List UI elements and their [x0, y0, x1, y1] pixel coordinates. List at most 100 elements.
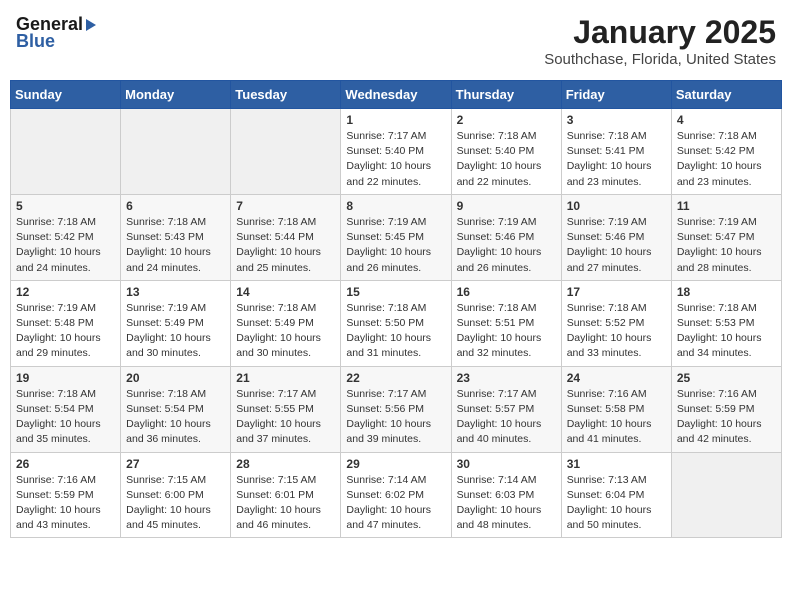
calendar-subtitle: Southchase, Florida, United States	[544, 51, 776, 68]
day-number: 6	[126, 199, 225, 213]
sunrise-text: Sunrise: 7:17 AM	[346, 388, 426, 400]
day-info: Sunrise: 7:18 AMSunset: 5:50 PMDaylight:…	[346, 301, 445, 362]
daylight-text: Daylight: 10 hours and 36 minutes.	[126, 418, 211, 445]
day-number: 28	[236, 457, 335, 471]
day-number: 7	[236, 199, 335, 213]
day-number: 8	[346, 199, 445, 213]
daylight-text: Daylight: 10 hours and 24 minutes.	[16, 246, 101, 273]
day-info: Sunrise: 7:15 AMSunset: 6:01 PMDaylight:…	[236, 473, 335, 534]
daylight-text: Daylight: 10 hours and 22 minutes.	[457, 160, 542, 187]
day-info: Sunrise: 7:18 AM Sunset: 5:54 PM Daylight:…	[126, 387, 225, 448]
day-cell: 1Sunrise: 7:17 AMSunset: 5:40 PMDaylight…	[341, 109, 451, 195]
day-cell: 5 Sunrise: 7:18 AM Sunset: 5:42 PM Daylight…	[11, 194, 121, 280]
sunrise-text: Sunrise: 7:18 AM	[16, 216, 96, 228]
day-info: Sunrise: 7:19 AMSunset: 5:47 PMDaylight:…	[677, 215, 776, 276]
day-number: 9	[457, 199, 556, 213]
sunset-text: Sunset: 5:43 PM	[126, 231, 204, 243]
day-info: Sunrise: 7:16 AMSunset: 5:58 PMDaylight:…	[567, 387, 666, 448]
daylight-text: Daylight: 10 hours and 23 minutes.	[567, 160, 652, 187]
day-cell: 19Sunrise: 7:18 AMSunset: 5:54 PMDayligh…	[11, 366, 121, 452]
daylight-text: Daylight: 10 hours and 42 minutes.	[677, 418, 762, 445]
day-cell: 4Sunrise: 7:18 AMSunset: 5:42 PMDaylight…	[671, 109, 781, 195]
title-block: January 2025 Southchase, Florida, United…	[544, 14, 776, 68]
week-row-5: 26 Sunrise: 7:16 AMSunset: 5:59 PMDayligh…	[11, 452, 782, 538]
sunset-text: Sunset: 5:42 PM	[16, 231, 94, 243]
day-info: Sunrise: 7:17 AMSunset: 5:40 PMDaylight:…	[346, 129, 445, 190]
daylight-text: Daylight: 10 hours and 46 minutes.	[236, 504, 321, 531]
sunrise-text: Sunrise: 7:18 AM	[567, 130, 647, 142]
day-number: 17	[567, 285, 666, 299]
day-number: 26	[16, 457, 115, 471]
sunrise-text: Sunrise: 7:13 AM	[567, 474, 647, 486]
day-number: 25	[677, 371, 776, 385]
day-cell: 6Sunrise: 7:18 AMSunset: 5:43 PMDaylight…	[121, 194, 231, 280]
day-number: 12	[16, 285, 115, 299]
day-cell: 7Sunrise: 7:18 AMSunset: 5:44 PMDaylight…	[231, 194, 341, 280]
day-info: Sunrise: 7:18 AMSunset: 5:40 PMDaylight:…	[457, 129, 556, 190]
day-cell: 25 Sunrise: 7:16 AMSunset: 5:59 PMDayligh…	[671, 366, 781, 452]
day-number: 21	[236, 371, 335, 385]
day-cell: 9Sunrise: 7:19 AMSunset: 5:46 PMDaylight…	[451, 194, 561, 280]
sunset-text: Sunset: 5:47 PM	[677, 231, 755, 243]
day-cell: 12Sunrise: 7:19 AMSunset: 5:48 PMDayligh…	[11, 280, 121, 366]
daylight-text: Daylight: 10 hours and 22 minutes.	[346, 160, 431, 187]
day-number: 3	[567, 113, 666, 127]
sunrise-text: Sunrise: 7:19 AM	[346, 216, 426, 228]
sunrise-text: Sunrise: 7:19 AM	[677, 216, 757, 228]
sunrise-text: Sunrise: 7:18 AM	[126, 216, 206, 228]
day-info: Sunrise: 7:19 AM Sunset: 5:45 PM Daylight:…	[346, 215, 445, 276]
day-info: Sunrise: 7:15 AM Sunset: 6:00 PM Daylight:…	[126, 473, 225, 534]
day-number: 14	[236, 285, 335, 299]
day-cell: 31Sunrise: 7:13 AMSunset: 6:04 PMDayligh…	[561, 452, 671, 538]
sunset-text: Sunset: 5:44 PM	[236, 231, 314, 243]
day-cell: 20Sunrise: 7:18 AMSunset: 5:54 PMDayligh…	[121, 366, 231, 452]
sunset-text: Sunset: 5:59 PM	[16, 489, 94, 501]
daylight-text: Daylight: 10 hours and 23 minutes.	[677, 160, 762, 187]
day-cell: 10Sunrise: 7:19 AMSunset: 5:46 PMDayligh…	[561, 194, 671, 280]
day-info: Sunrise: 7:17 AMSunset: 5:56 PMDaylight:…	[346, 387, 445, 448]
day-info: Sunrise: 7:17 AMSunset: 5:55 PMDaylight:…	[236, 387, 335, 448]
sunset-text: Sunset: 5:49 PM	[126, 317, 204, 329]
daylight-text: Daylight: 10 hours and 29 minutes.	[16, 332, 101, 359]
sunset-text: Sunset: 6:03 PM	[457, 489, 535, 501]
sunrise-text: Sunrise: 7:17 AM	[346, 130, 426, 142]
day-number: 18	[677, 285, 776, 299]
sunset-text: Sunset: 6:00 PM	[126, 489, 204, 501]
sunrise-text: Sunrise: 7:15 AM	[126, 474, 206, 486]
week-row-4: 19Sunrise: 7:18 AMSunset: 5:54 PMDayligh…	[11, 366, 782, 452]
day-info: Sunrise: 7:16 AMSunset: 5:59 PMDaylight:…	[677, 387, 776, 448]
sunset-text: Sunset: 5:54 PM	[126, 403, 204, 415]
day-info: Sunrise: 7:18 AMSunset: 5:52 PMDaylight:…	[567, 301, 666, 362]
day-header-saturday: Saturday	[671, 81, 781, 109]
day-cell: 27Sunrise: 7:15 AMSunset: 6:00 PMDayligh…	[121, 452, 231, 538]
week-row-2: 5 Sunrise: 7:18 AM Sunset: 5:42 PM Daylight…	[11, 194, 782, 280]
day-number: 13	[126, 285, 225, 299]
sunset-text: Sunset: 5:51 PM	[457, 317, 535, 329]
sunset-text: Sunset: 5:54 PM	[16, 403, 94, 415]
calendar-header-row: SundayMondayTuesdayWednesdayThursdayFrid…	[11, 81, 782, 109]
daylight-text: Daylight: 10 hours and 30 minutes.	[126, 332, 211, 359]
day-info: Sunrise: 7:13 AMSunset: 6:04 PMDaylight:…	[567, 473, 666, 534]
day-info: Sunrise: 7:16 AMSunset: 5:59 PMDaylight:…	[16, 473, 115, 534]
day-cell: 3Sunrise: 7:18 AMSunset: 5:41 PMDaylight…	[561, 109, 671, 195]
logo-arrow-icon	[86, 19, 96, 31]
sunset-text: Sunset: 5:58 PM	[567, 403, 645, 415]
daylight-text: Daylight: 10 hours and 27 minutes.	[567, 246, 652, 273]
sunrise-text: Sunrise: 7:18 AM	[236, 216, 316, 228]
day-info: Sunrise: 7:18 AMSunset: 5:49 PMDaylight:…	[236, 301, 335, 362]
sunset-text: Sunset: 5:45 PM	[346, 231, 424, 243]
day-info: Sunrise: 7:14 AMSunset: 6:02 PMDaylight:…	[346, 473, 445, 534]
sunrise-text: Sunrise: 7:18 AM	[126, 388, 206, 400]
sunrise-text: Sunrise: 7:19 AM	[126, 302, 206, 314]
daylight-text: Daylight: 10 hours and 45 minutes.	[126, 504, 211, 531]
day-header-monday: Monday	[121, 81, 231, 109]
sunset-text: Sunset: 5:42 PM	[677, 145, 755, 157]
day-cell: 23Sunrise: 7:17 AMSunset: 5:57 PMDayligh…	[451, 366, 561, 452]
sunrise-text: Sunrise: 7:18 AM	[567, 302, 647, 314]
day-cell: 24Sunrise: 7:16 AMSunset: 5:58 PMDayligh…	[561, 366, 671, 452]
day-cell: 13 Sunrise: 7:19 AM Sunset: 5:49 PM Dayligh…	[121, 280, 231, 366]
daylight-text: Daylight: 10 hours and 26 minutes.	[346, 246, 431, 273]
sunset-text: Sunset: 5:46 PM	[567, 231, 645, 243]
day-number: 5	[16, 199, 115, 213]
daylight-text: Daylight: 10 hours and 39 minutes.	[346, 418, 431, 445]
